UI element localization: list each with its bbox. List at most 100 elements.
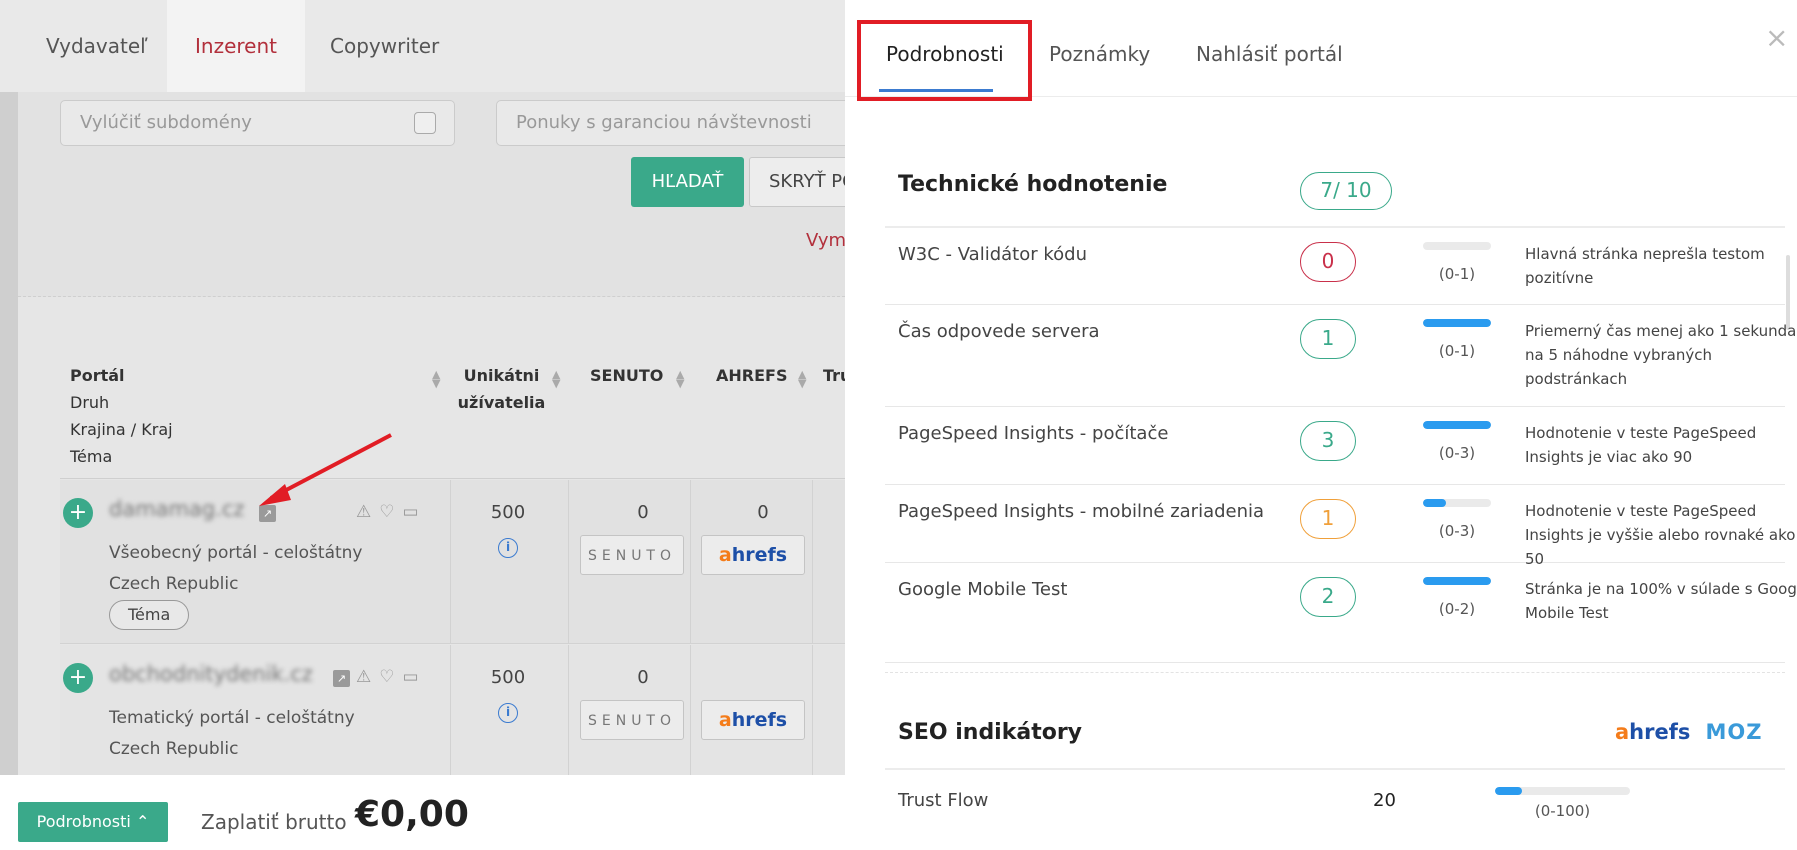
trust-flow-value: 20: [1373, 790, 1396, 811]
metric-range: (0-3): [1438, 522, 1476, 540]
tab-report-portal[interactable]: Nahlásiť portál: [1196, 42, 1343, 66]
heart-icon[interactable]: ♡: [379, 667, 402, 687]
table-row: + damamag.cz ↗ ⚠♡▭ Všeobecný portál - ce…: [60, 480, 845, 644]
metric-label: Čas odpovede servera: [898, 321, 1100, 342]
metric-score-badge: 0: [1300, 242, 1356, 282]
senuto-logo-button[interactable]: SENUTO: [580, 535, 684, 575]
ahrefs-logo-button[interactable]: ahrefs: [701, 700, 805, 740]
portal-type: Tematický portál - celoštátny: [109, 708, 355, 728]
details-toggle-button[interactable]: Podrobnosti ⌃: [18, 802, 168, 842]
close-icon[interactable]: ×: [1765, 24, 1788, 52]
portal-country: Czech Republic: [109, 574, 239, 594]
annotation-highlight-box: [857, 20, 1032, 101]
metric-progress-bar: [1423, 421, 1491, 429]
metric-range: (0-2): [1438, 600, 1476, 618]
metric-row: PageSpeed Insights - mobilné zariadenia 1…: [885, 485, 1795, 568]
header-portal-sub-type: Druh: [70, 393, 110, 412]
exclude-subdomains-field[interactable]: Vylúčiť subdomény: [60, 100, 455, 146]
senuto-logo-text: SENUTO: [587, 713, 677, 729]
metric-row: W3C - Validátor kódu 0 (0-1) Hlavná stránka…: [885, 228, 1785, 305]
portal-details-panel: Podrobnosti Poznámky Nahlásiť portál × T…: [845, 0, 1797, 850]
pay-gross-label: Zaplatiť brutto: [201, 810, 347, 834]
chevron-up-icon: ⌃: [135, 812, 150, 831]
column-header-ahrefs[interactable]: AHREFS: [716, 362, 787, 389]
note-icon[interactable]: ▭: [403, 667, 427, 687]
annotation-arrow-icon: [259, 433, 392, 506]
tab-copywriter[interactable]: Copywriter: [302, 0, 467, 92]
filters-panel: Vylúčiť subdomény Ponuky s garanciou náv…: [18, 92, 845, 297]
info-icon[interactable]: i: [498, 703, 518, 723]
metric-score-badge: 1: [1300, 499, 1356, 539]
metric-progress-bar: [1423, 242, 1491, 250]
traffic-guarantee-field[interactable]: Ponuky s garanciou návštevnosti: [496, 100, 845, 146]
metric-description: Priemerný čas menej ako 1 sekunda na 5 n…: [1525, 322, 1797, 388]
search-button[interactable]: HĽADAŤ: [631, 157, 744, 207]
metric-progress-fill: [1423, 319, 1491, 327]
metric-score-badge: 3: [1300, 421, 1356, 461]
metric-description: Hodnotenie v teste PageSpeed Insights je…: [1525, 502, 1796, 568]
panel-tabs: Podrobnosti Poznámky Nahlásiť portál: [845, 0, 1797, 101]
row-action-icons: ⚠♡▭: [356, 667, 427, 687]
warning-icon[interactable]: ⚠: [356, 667, 379, 687]
header-portal-label: Portál: [70, 366, 125, 385]
metric-description: Hlavná stránka neprešla testom pozitívne: [1525, 245, 1765, 287]
reset-filters-link[interactable]: Vym: [806, 230, 845, 251]
bottom-summary-bar: Podrobnosti ⌃ Zaplatiť brutto €0,00: [0, 775, 845, 850]
senuto-value: 0: [637, 502, 649, 523]
topic-tag[interactable]: Téma: [109, 600, 190, 630]
external-link-icon[interactable]: ↗: [333, 670, 350, 687]
technical-score-badge: 7/ 10: [1300, 172, 1392, 210]
metric-progress-bar: [1423, 499, 1491, 507]
senuto-logo-button[interactable]: SENUTO: [580, 700, 684, 740]
metric-row: Čas odpovede servera 1 (0-1) Priemerný čas …: [885, 305, 1796, 407]
column-divider: [568, 480, 569, 644]
column-divider: [450, 480, 451, 644]
portal-domain[interactable]: damamag.cz: [109, 497, 244, 521]
top-navigation: Vydavateľ Inzerent Copywriter: [0, 0, 845, 92]
metric-score-badge: 2: [1300, 577, 1356, 617]
exclude-subdomains-checkbox[interactable]: [414, 112, 436, 134]
ahrefs-logo-button[interactable]: ahrefs: [701, 535, 805, 575]
column-header-senuto[interactable]: SENUTO: [590, 362, 663, 389]
trust-flow-label: Trust Flow: [898, 790, 989, 811]
metric-label: PageSpeed Insights - počítače: [898, 423, 1169, 444]
hide-filters-button[interactable]: SKRYŤ PO: [749, 157, 845, 207]
metric-description: Hodnotenie v teste PageSpeed Insights je…: [1525, 424, 1757, 466]
trust-flow-bar: [1495, 787, 1630, 795]
tab-notes[interactable]: Poznámky: [1049, 42, 1150, 66]
metric-progress-bar: [1423, 577, 1491, 585]
portal-domain[interactable]: obchodnitydenik.cz: [109, 662, 313, 686]
senuto-logo-text: SENUTO: [587, 548, 677, 564]
metric-progress-fill: [1423, 577, 1491, 585]
tab-advertiser[interactable]: Inzerent: [167, 0, 305, 92]
section-divider: [885, 672, 1785, 673]
note-icon[interactable]: ▭: [403, 502, 427, 522]
sort-ahrefs-icon[interactable]: ▲ ▼: [798, 369, 806, 389]
pay-gross-value: €0,00: [355, 794, 469, 835]
tab-publisher[interactable]: Vydavateľ: [18, 0, 176, 92]
add-icon[interactable]: +: [63, 663, 93, 693]
traffic-guarantee-placeholder: Ponuky s garanciou návštevnosti: [516, 112, 812, 133]
metric-row: Google Mobile Test 2 (0-2) Stránka je na 10…: [885, 563, 1797, 663]
section-divider: [885, 768, 1785, 770]
ahrefs-logo-text: ahrefs: [718, 709, 788, 731]
metric-range: (0-3): [1438, 444, 1476, 462]
ahrefs-logo-text: ahrefs: [718, 544, 788, 566]
sort-portal-icon[interactable]: ▲ ▼: [432, 369, 440, 389]
info-icon[interactable]: i: [498, 538, 518, 558]
column-divider: [812, 480, 813, 644]
portal-country: Czech Republic: [109, 739, 239, 759]
column-header-unique-users[interactable]: Unikátni užívatelia: [454, 362, 549, 416]
column-divider: [690, 480, 691, 644]
metric-score-badge: 1: [1300, 319, 1356, 359]
column-header-trust[interactable]: Tru: [823, 362, 845, 389]
add-icon[interactable]: +: [63, 498, 93, 528]
sort-users-icon[interactable]: ▲ ▼: [552, 369, 560, 389]
ahrefs-value: 0: [757, 502, 769, 523]
metric-label: PageSpeed Insights - mobilné zariadenia: [898, 501, 1265, 522]
header-divider: [60, 478, 845, 479]
unique-users-value: 500: [490, 667, 526, 688]
sort-senuto-icon[interactable]: ▲ ▼: [676, 369, 684, 389]
background-app: Vydavateľ Inzerent Copywriter Vylúčiť su…: [0, 0, 845, 850]
senuto-value: 0: [637, 667, 649, 688]
